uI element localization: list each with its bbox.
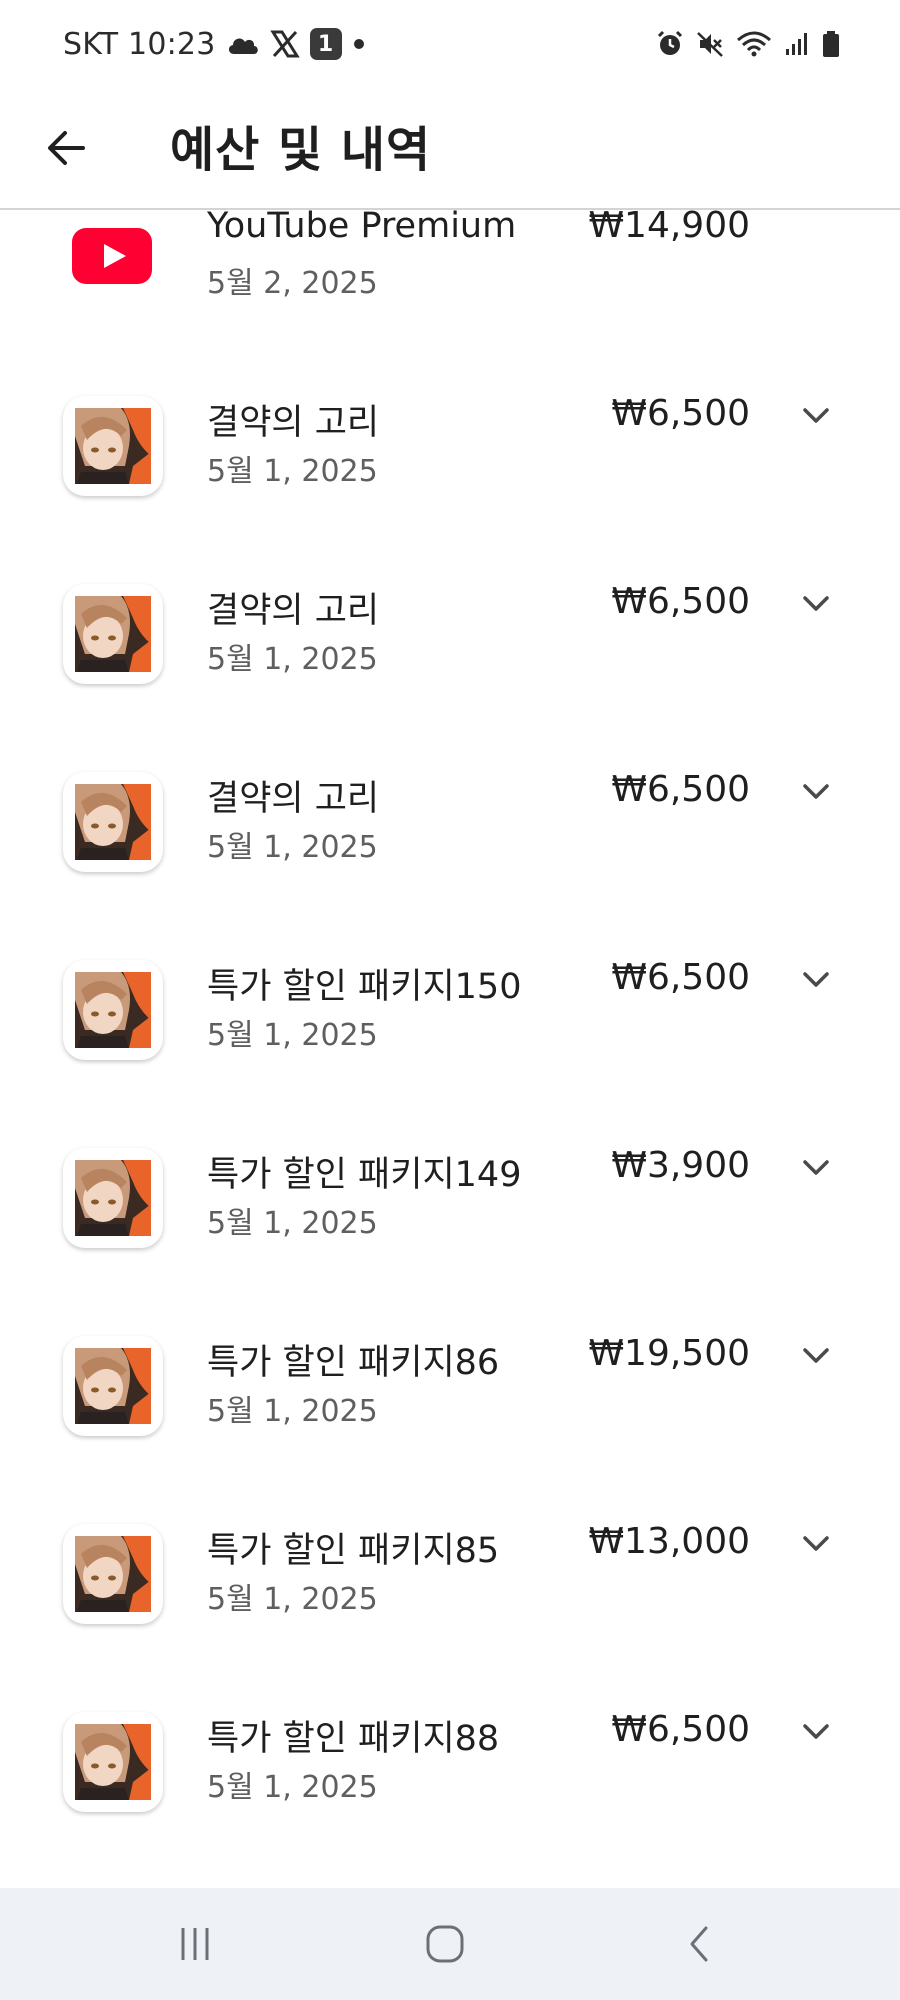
game-app-icon bbox=[63, 1524, 163, 1624]
game-app-icon bbox=[63, 396, 163, 496]
transaction-price: ₩14,900 bbox=[588, 205, 750, 246]
transaction-date: 5월 1, 2025 bbox=[207, 454, 378, 489]
home-button[interactable] bbox=[405, 1914, 485, 1974]
youtube-icon bbox=[72, 228, 152, 284]
transaction-title: 결약의 고리 bbox=[207, 403, 380, 443]
recent-apps-button[interactable] bbox=[155, 1914, 235, 1974]
status-bar: SKT 10:23 1 bbox=[0, 0, 900, 88]
transaction-price: ₩19,500 bbox=[588, 1333, 750, 1374]
chevron-down-icon[interactable] bbox=[796, 1148, 836, 1188]
chevron-down-icon[interactable] bbox=[796, 396, 836, 436]
mute-icon bbox=[697, 32, 723, 57]
back-button[interactable] bbox=[34, 116, 98, 180]
transaction-date: 5월 1, 2025 bbox=[207, 830, 378, 865]
transaction-date: 5월 2, 2025 bbox=[207, 266, 378, 301]
dot-icon bbox=[353, 39, 364, 49]
home-icon bbox=[426, 1925, 464, 1963]
transaction-row[interactable]: 결약의 고리 5월 1, 2025 ₩6,500 bbox=[0, 562, 900, 750]
alarm-icon bbox=[657, 30, 683, 55]
transaction-row[interactable]: 특가 할인 패키지150 5월 1, 2025 ₩6,500 bbox=[0, 938, 900, 1126]
transaction-price: ₩6,500 bbox=[611, 393, 750, 434]
chevron-down-icon[interactable] bbox=[796, 772, 836, 812]
chevron-down-icon[interactable] bbox=[796, 1712, 836, 1752]
transaction-title: 특가 할인 패키지150 bbox=[207, 967, 522, 1007]
transaction-row[interactable]: 결약의 고리 5월 1, 2025 ₩6,500 bbox=[0, 750, 900, 938]
game-app-icon bbox=[63, 584, 163, 684]
chevron-down-icon[interactable] bbox=[796, 1524, 836, 1564]
transaction-date: 5월 1, 2025 bbox=[207, 1394, 378, 1429]
game-app-icon bbox=[63, 1336, 163, 1436]
transaction-title: 특가 할인 패키지85 bbox=[207, 1531, 500, 1571]
transaction-title: 특가 할인 패키지88 bbox=[207, 1719, 500, 1759]
transaction-date: 5월 1, 2025 bbox=[207, 1770, 378, 1805]
transaction-price: ₩6,500 bbox=[611, 957, 750, 998]
game-app-icon bbox=[63, 1712, 163, 1812]
arrow-left-icon bbox=[48, 131, 85, 165]
game-app-icon bbox=[63, 1148, 163, 1248]
status-right bbox=[656, 24, 840, 64]
page-title: 예산 및 내역 bbox=[170, 122, 432, 178]
transaction-row[interactable]: 특가 할인 패키지86 5월 1, 2025 ₩19,500 bbox=[0, 1314, 900, 1502]
nav-back-button[interactable] bbox=[660, 1914, 740, 1974]
system-nav-bar bbox=[0, 1888, 900, 2000]
transaction-title: 결약의 고리 bbox=[207, 591, 380, 631]
notification-badge-count: 1 bbox=[317, 31, 334, 57]
transaction-title: YouTube Premium bbox=[207, 206, 517, 246]
chevron-down-icon[interactable] bbox=[796, 960, 836, 1000]
cloud-icon bbox=[228, 38, 258, 54]
transaction-price: ₩6,500 bbox=[611, 581, 750, 622]
game-app-icon bbox=[63, 772, 163, 872]
signal-icon bbox=[786, 33, 807, 55]
transaction-price: ₩6,500 bbox=[611, 769, 750, 810]
back-icon bbox=[690, 1926, 708, 1962]
x-app-icon bbox=[269, 30, 300, 58]
transaction-date: 5월 1, 2025 bbox=[207, 1206, 378, 1241]
transaction-price: ₩6,500 bbox=[611, 1709, 750, 1750]
status-left: SKT 10:23 1 bbox=[63, 22, 366, 66]
transaction-title: 결약의 고리 bbox=[207, 779, 380, 819]
carrier-time: SKT 10:23 bbox=[63, 26, 216, 62]
wifi-icon bbox=[737, 31, 771, 57]
transaction-date: 5월 1, 2025 bbox=[207, 642, 378, 677]
transaction-date: 5월 1, 2025 bbox=[207, 1582, 378, 1617]
transaction-row[interactable]: YouTube Premium 5월 2, 2025 ₩14,900 bbox=[0, 186, 900, 374]
transaction-price: ₩3,900 bbox=[611, 1145, 750, 1186]
transaction-title: 특가 할인 패키지86 bbox=[207, 1343, 500, 1383]
transaction-date: 5월 1, 2025 bbox=[207, 1018, 378, 1053]
transaction-row[interactable]: 특가 할인 패키지88 5월 1, 2025 ₩6,500 bbox=[0, 1690, 900, 1878]
transaction-row[interactable]: 특가 할인 패키지149 5월 1, 2025 ₩3,900 bbox=[0, 1126, 900, 1314]
battery-icon bbox=[823, 31, 839, 57]
transaction-price: ₩13,000 bbox=[588, 1521, 750, 1562]
transaction-row[interactable]: 특가 할인 패키지85 5월 1, 2025 ₩13,000 bbox=[0, 1502, 900, 1690]
game-app-icon bbox=[63, 960, 163, 1060]
chevron-down-icon[interactable] bbox=[796, 584, 836, 624]
chevron-down-icon[interactable] bbox=[796, 1336, 836, 1376]
recent-apps-icon bbox=[181, 1928, 209, 1960]
notification-badge-icon: 1 bbox=[309, 28, 342, 60]
transaction-row[interactable]: 결약의 고리 5월 1, 2025 ₩6,500 bbox=[0, 374, 900, 562]
transaction-title: 특가 할인 패키지149 bbox=[207, 1155, 522, 1195]
